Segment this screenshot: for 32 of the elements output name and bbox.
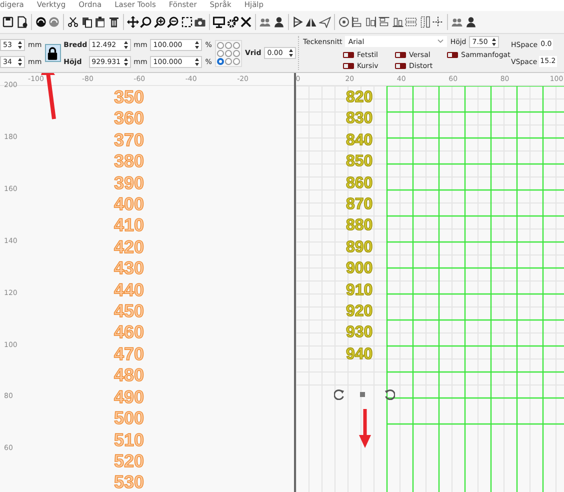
engraving-number: 900 <box>346 259 373 280</box>
engraving-number: 410 <box>114 215 144 237</box>
engraving-number: 920 <box>346 302 373 322</box>
engraving-number: 820 <box>346 88 373 108</box>
engraving-number: 440 <box>114 280 144 302</box>
engraving-number: 500 <box>114 408 144 430</box>
engraving-number: 470 <box>114 344 144 366</box>
engraving-number: 940 <box>346 344 373 365</box>
engraving-number: 490 <box>114 386 144 408</box>
engraving-number: 510 <box>114 430 144 451</box>
engraving-number: 930 <box>346 323 373 344</box>
engraving-number: 850 <box>346 152 373 172</box>
engraving-number: 370 <box>114 130 144 152</box>
engraving-number: 830 <box>346 109 373 130</box>
engraving-number: 480 <box>114 365 144 387</box>
engraving-number: 450 <box>114 301 144 322</box>
engraving-number: 880 <box>346 216 373 236</box>
engraving-number: 860 <box>346 174 373 194</box>
engraving-number: 350 <box>114 87 144 108</box>
engraving-number: 520 <box>114 450 144 472</box>
engraving-number: 420 <box>114 236 144 258</box>
engraving-number: 840 <box>346 130 373 151</box>
engraving-number: 380 <box>114 151 144 173</box>
engraving-number: 890 <box>346 238 373 258</box>
engraving-number: 360 <box>114 108 144 130</box>
engraving-number: 390 <box>114 172 144 194</box>
engraving-number: 910 <box>346 280 373 301</box>
engraving-number: 530 <box>114 472 144 492</box>
engraving-number: 870 <box>346 195 373 216</box>
engraving-number: 460 <box>114 322 144 344</box>
engraving-number: 430 <box>114 258 144 280</box>
engraving-number: 400 <box>114 194 144 216</box>
